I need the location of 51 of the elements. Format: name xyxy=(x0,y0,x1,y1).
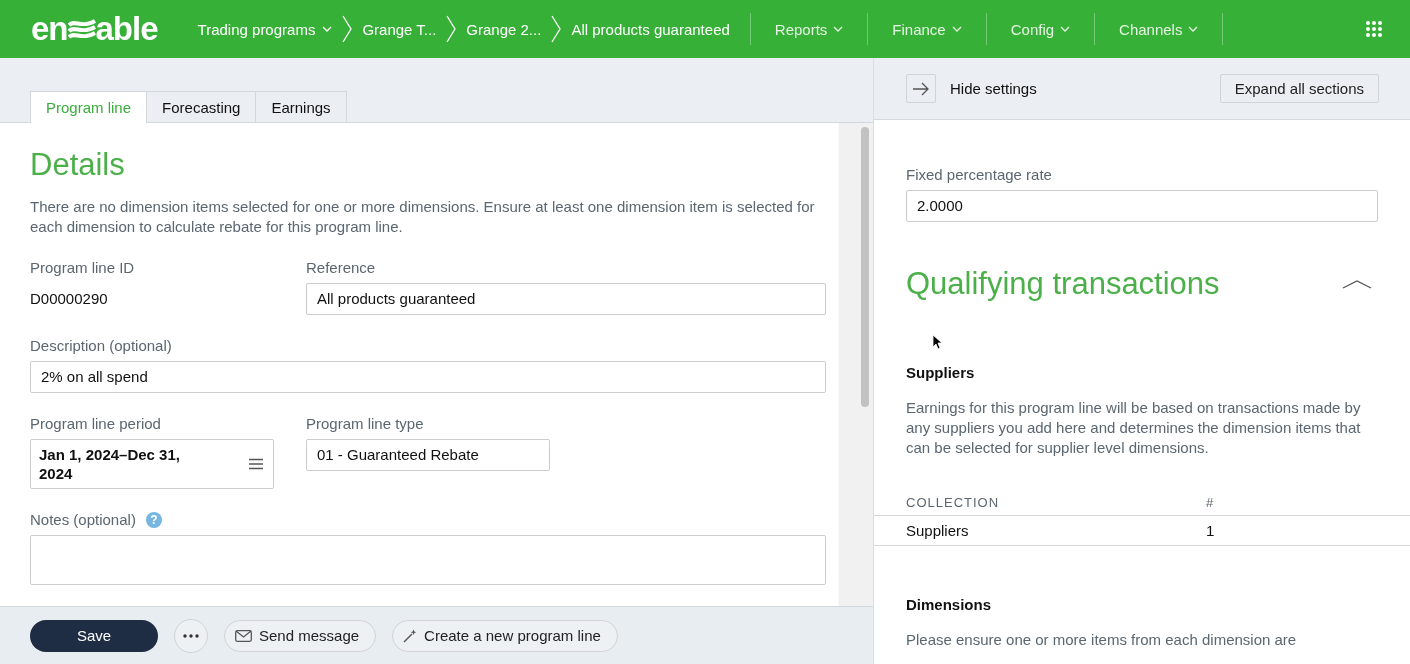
description-text: Earnings for this program line will be based on transactions made by any suppliers you add here and determines the dimension items that can be selected for supplier level dimensions. xyxy=(906,398,1362,458)
input-field[interactable]: 01 - Guaranteed Rebate xyxy=(306,439,550,471)
section-title: Details xyxy=(30,147,126,183)
table-cell-text: Suppliers xyxy=(906,522,970,539)
subsection-title: Suppliers xyxy=(906,364,976,381)
field-label: Program line ID xyxy=(30,259,136,276)
column-header: # xyxy=(1206,495,1215,512)
collapse-caret-icon[interactable] xyxy=(1342,279,1372,289)
field-label: Fixed percentage rate xyxy=(906,166,1053,183)
arrow-button[interactable] xyxy=(906,74,936,103)
description-text: Please ensure one or more items from each dimension are xyxy=(906,630,1298,650)
input-field[interactable]: All products guaranteed xyxy=(306,283,826,315)
scrollbar-thumb[interactable] xyxy=(861,127,869,407)
chevron-down-icon xyxy=(1060,26,1071,32)
save-button[interactable]: Save xyxy=(30,619,158,652)
expand-all-button[interactable]: Expand all sections xyxy=(1219,74,1379,103)
breadcrumb-separator-icon xyxy=(551,15,562,43)
tab[interactable]: Earnings xyxy=(256,91,347,123)
send-message-button[interactable]: Send message xyxy=(224,619,377,652)
date-range-field[interactable]: Jan 1, 2024–Dec 31, 2024 xyxy=(30,439,274,489)
input-field[interactable]: 2.0000 xyxy=(906,190,1378,222)
more-icon xyxy=(183,633,199,638)
envelope-icon xyxy=(235,629,252,642)
subsection-title: Dimensions xyxy=(906,596,993,613)
field-label: Description (optional) xyxy=(30,337,173,354)
arrow-right-icon xyxy=(913,81,929,96)
tab[interactable]: Forecasting xyxy=(147,91,257,123)
create-program-line-button[interactable]: Create a new program line xyxy=(392,619,618,652)
section-title: Qualifying transactions xyxy=(906,266,1220,302)
apps-grid-icon[interactable] xyxy=(1366,21,1382,37)
field-label: Reference xyxy=(306,259,377,276)
column-header: COLLECTION xyxy=(906,495,1001,512)
chevron-down-icon xyxy=(951,26,962,32)
table-cell: 1 xyxy=(1206,522,1215,539)
field-label: Notes (optional) xyxy=(30,511,136,528)
more-button[interactable] xyxy=(174,618,208,653)
breadcrumb-separator-icon xyxy=(446,15,457,43)
chevron-down-icon xyxy=(1188,26,1199,32)
chevron-down-icon xyxy=(833,26,844,32)
input-field[interactable]: 2% on all spend xyxy=(30,361,826,393)
hide-settings-link[interactable]: Hide settings xyxy=(950,80,1037,97)
field-label: Program line type xyxy=(306,415,425,432)
menu-icon[interactable] xyxy=(249,458,263,470)
field-value: D00000290 xyxy=(30,289,109,309)
logo: en able xyxy=(31,10,158,48)
field-label: Program line period xyxy=(30,415,162,432)
notes-field[interactable] xyxy=(30,535,826,585)
breadcrumb-separator-icon xyxy=(342,15,353,43)
warning-text: There are no dimension items selected for one or more dimensions. Ensure at least one dimension item is selected for each dimension to calculate rebate for this program line. xyxy=(30,197,816,237)
magic-wand-icon xyxy=(403,628,418,643)
mouse-cursor-icon xyxy=(932,334,942,350)
